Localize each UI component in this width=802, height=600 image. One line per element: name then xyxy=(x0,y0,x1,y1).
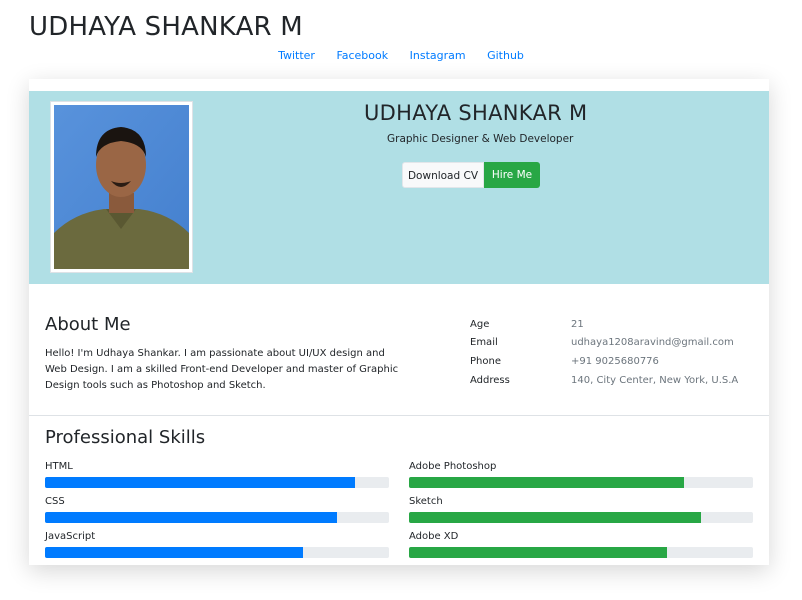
skill-label: HTML xyxy=(45,461,73,472)
section-divider xyxy=(29,415,769,416)
skill-progress-track xyxy=(409,477,753,488)
social-links: Twitter Facebook Instagram Github xyxy=(0,49,802,62)
skill-label: JavaScript xyxy=(45,531,96,542)
info-key: Address xyxy=(470,375,510,386)
info-row-email: Email udhaya1208aravind@gmail.com xyxy=(470,337,769,353)
twitter-link[interactable]: Twitter xyxy=(278,49,315,62)
skill-progress-fill xyxy=(409,547,667,558)
skill-progress-fill xyxy=(45,512,338,523)
skill-progress-fill xyxy=(409,512,702,523)
skill-html: HTML xyxy=(45,461,389,491)
skill-label: Adobe Photoshop xyxy=(409,461,497,472)
hero-role: Graphic Designer & Web Developer xyxy=(387,133,574,145)
skill-sketch: Sketch xyxy=(409,496,753,526)
skill-progress-track xyxy=(45,477,389,488)
hire-me-button[interactable]: Hire Me xyxy=(484,162,540,188)
skill-progress-track xyxy=(409,547,753,558)
info-row-phone: Phone +91 9025680776 xyxy=(470,356,769,372)
about-title: About Me xyxy=(45,314,131,335)
skill-progress-fill xyxy=(45,477,355,488)
skill-progress-track xyxy=(409,512,753,523)
skill-css: CSS xyxy=(45,496,389,526)
github-link[interactable]: Github xyxy=(487,49,524,62)
facebook-link[interactable]: Facebook xyxy=(336,49,388,62)
info-key: Age xyxy=(470,319,490,330)
resume-card: UDHAYA SHANKAR M Graphic Designer & Web … xyxy=(29,79,769,565)
info-row-address: Address 140, City Center, New York, U.S.… xyxy=(470,375,769,391)
hero-name: UDHAYA SHANKAR M xyxy=(364,101,588,125)
instagram-link[interactable]: Instagram xyxy=(410,49,466,62)
skill-javascript: JavaScript xyxy=(45,531,389,561)
info-value: 140, City Center, New York, U.S.A xyxy=(571,375,739,386)
skill-photoshop: Adobe Photoshop xyxy=(409,461,753,491)
info-key: Email xyxy=(470,337,498,348)
skill-progress-fill xyxy=(45,547,303,558)
profile-photo xyxy=(54,105,189,269)
info-key: Phone xyxy=(470,356,501,367)
hero-banner: UDHAYA SHANKAR M Graphic Designer & Web … xyxy=(29,91,769,284)
info-value: 21 xyxy=(571,319,584,330)
person-portrait-icon xyxy=(54,105,189,269)
skill-progress-fill xyxy=(409,477,685,488)
skill-progress-track xyxy=(45,547,389,558)
skill-progress-track xyxy=(45,512,389,523)
download-cv-button[interactable]: Download CV xyxy=(402,162,484,188)
skill-label: Sketch xyxy=(409,496,443,507)
profile-photo-frame xyxy=(50,101,193,273)
site-title: UDHAYA SHANKAR M xyxy=(29,12,303,42)
skill-adobe-xd: Adobe XD xyxy=(409,531,753,561)
info-value: +91 9025680776 xyxy=(571,356,659,367)
skill-label: CSS xyxy=(45,496,65,507)
info-row-age: Age 21 xyxy=(470,319,769,335)
skills-title: Professional Skills xyxy=(45,427,206,448)
skill-label: Adobe XD xyxy=(409,531,459,542)
info-value: udhaya1208aravind@gmail.com xyxy=(571,337,734,348)
about-text: Hello! I'm Udhaya Shankar. I am passiona… xyxy=(45,348,399,391)
